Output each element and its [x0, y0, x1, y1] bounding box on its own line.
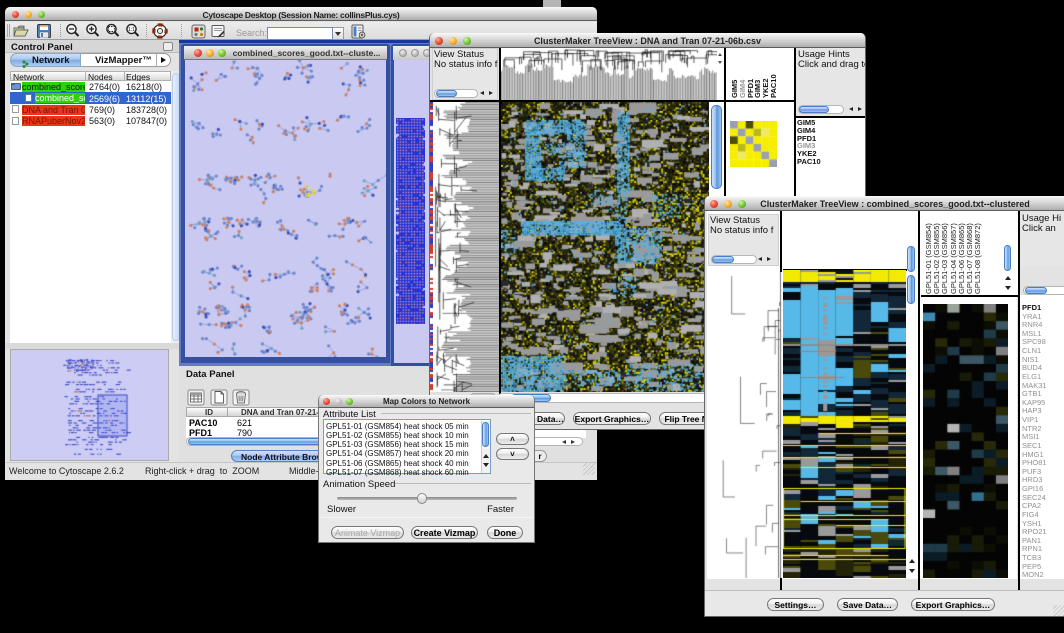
svg-text:1:1: 1:1	[128, 27, 135, 33]
